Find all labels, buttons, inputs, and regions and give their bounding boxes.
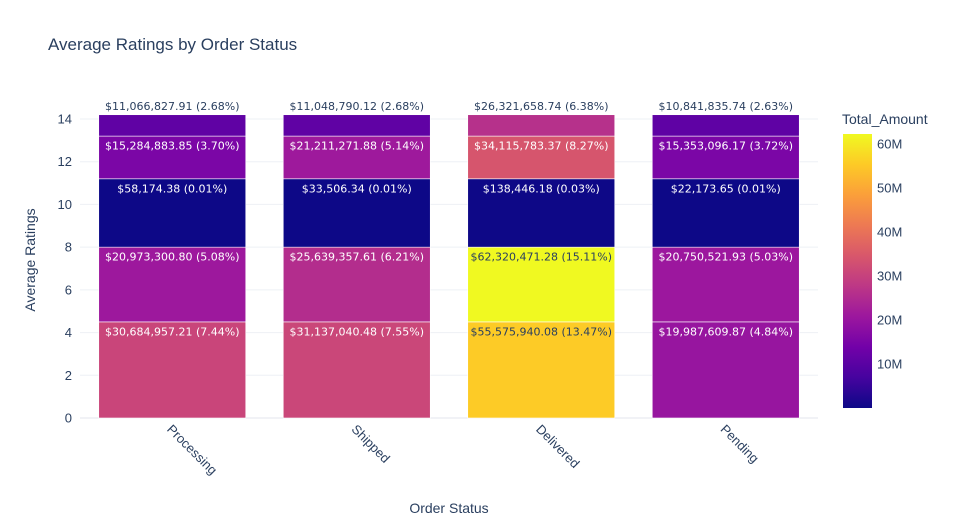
x-tick-label: Shipped — [349, 422, 393, 466]
bar-data-label: $20,973,300.80 (5.08%) — [105, 251, 240, 264]
bar-data-label: $21,211,271.88 (5.14%) — [290, 140, 425, 153]
x-axis: Processing Shipped Delivered Pending — [164, 422, 762, 478]
y-tick-label: 10 — [58, 197, 72, 212]
colorbar-title: Total_Amount — [842, 111, 928, 127]
bar-data-label: $33,506.34 (0.01%) — [302, 182, 412, 195]
bar-data-label: $31,137,040.48 (7.55%) — [290, 325, 425, 338]
bar-segment — [467, 114, 616, 137]
bar-data-label: $34,115,783.37 (8.27%) — [474, 140, 609, 153]
bar-data-label: $15,353,096.17 (3.72%) — [659, 140, 794, 153]
bar-segment — [282, 114, 431, 137]
bar-data-label: $15,284,883.85 (3.70%) — [105, 140, 240, 153]
x-axis-title: Order Status — [409, 500, 488, 516]
bar-data-label: $22,173.65 (0.01%) — [671, 182, 781, 195]
colorbar-tick-label: 10M — [877, 357, 902, 372]
bar-data-label: $62,320,471.28 (15.11%) — [471, 251, 613, 264]
bar-data-label: $11,048,790.12 (2.68%) — [290, 100, 425, 113]
colorbar-tick-label: 40M — [877, 225, 902, 240]
colorbar-tick-label: 60M — [877, 137, 902, 152]
y-tick-label: 14 — [58, 112, 72, 127]
x-tick-label: Processing — [164, 422, 220, 478]
colorbar: Total_Amount 10M 20M 30M 40M 50M 60M — [842, 111, 928, 408]
colorbar-tick-label: 50M — [877, 181, 902, 196]
chart-title: Average Ratings by Order Status — [48, 35, 297, 54]
y-axis-title: Average Ratings — [22, 208, 38, 311]
bar-data-label: $10,841,835.74 (2.63%) — [659, 100, 794, 113]
bar-segment — [651, 114, 800, 137]
y-tick-label: 0 — [65, 411, 72, 426]
colorbar-tick-label: 30M — [877, 269, 902, 284]
bar-data-label: $138,446.18 (0.03%) — [483, 182, 600, 195]
bar-data-label: $11,066,827.91 (2.68%) — [105, 100, 240, 113]
y-tick-label: 12 — [58, 154, 72, 169]
colorbar-tick-label: 20M — [877, 313, 902, 328]
y-tick-label: 8 — [65, 240, 72, 255]
bar-data-label: $58,174.38 (0.01%) — [117, 182, 227, 195]
bar-data-label: $26,321,658.74 (6.38%) — [474, 100, 609, 113]
bar-data-label: $20,750,521.93 (5.03%) — [659, 251, 794, 264]
bar-data-label: $30,684,957.21 (7.44%) — [105, 325, 240, 338]
bar-data-label: $55,575,940.08 (13.47%) — [471, 325, 613, 338]
bar-segment — [98, 114, 247, 137]
y-tick-label: 2 — [65, 368, 72, 383]
y-axis: 0 2 4 6 8 10 12 14 — [58, 112, 72, 426]
chart: Average Ratings by Order Status $30,684,… — [22, 35, 928, 516]
bar-data-label: $19,987,609.87 (4.84%) — [659, 325, 794, 338]
bars: $30,684,957.21 (7.44%) $20,973,300.80 (5.… — [98, 100, 800, 419]
y-tick-label: 4 — [65, 325, 72, 340]
y-tick-label: 6 — [65, 282, 72, 297]
colorbar-gradient — [843, 134, 872, 408]
x-tick-label: Pending — [718, 422, 762, 466]
x-tick-label: Delivered — [533, 422, 582, 471]
bar-data-label: $25,639,357.61 (6.21%) — [290, 251, 425, 264]
